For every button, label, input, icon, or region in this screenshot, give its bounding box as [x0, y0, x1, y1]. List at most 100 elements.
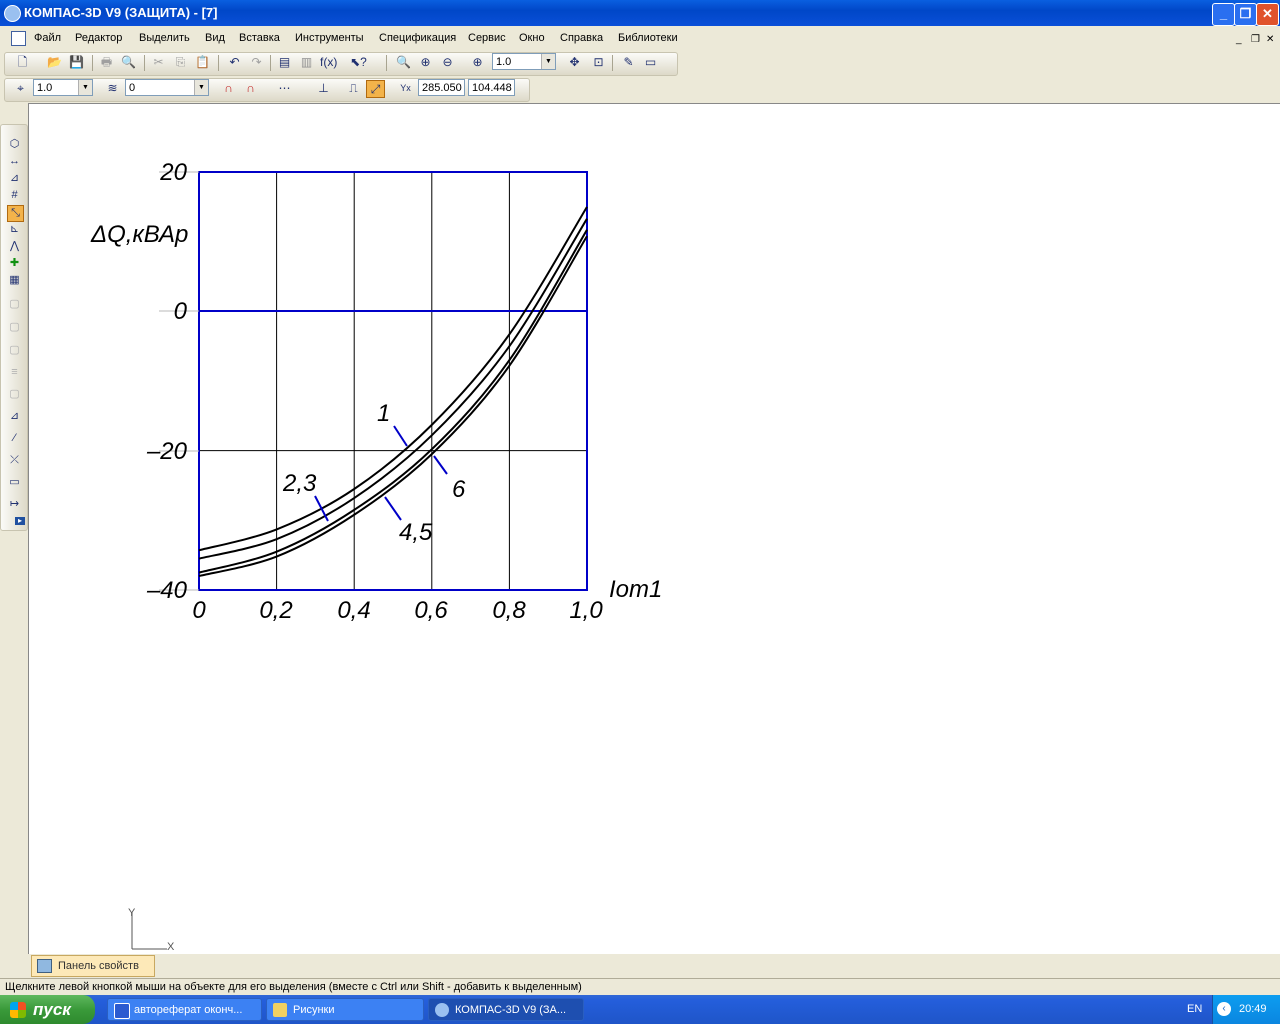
doc-restore-button[interactable]: ❐ [1251, 34, 1260, 45]
menu-specification[interactable]: Спецификация [379, 32, 456, 44]
zoom-field[interactable]: 1.0 ▼ [492, 53, 556, 70]
snap-icon[interactable]: ∩ [220, 80, 237, 96]
menu-window[interactable]: Окно [519, 32, 545, 44]
parametric-icon[interactable]: ⤢ [366, 80, 385, 98]
task-folder-pictures[interactable]: Рисунки [266, 998, 424, 1021]
symbols-icon[interactable]: ⊿ [7, 171, 22, 186]
chevron-left-icon[interactable]: ‹ [1217, 1002, 1231, 1016]
cursor-step-icon[interactable]: ⌖ [12, 80, 29, 96]
undo-icon[interactable]: ↶ [226, 54, 243, 70]
select-icon[interactable]: ⋀ [7, 239, 22, 254]
step-field[interactable]: 1.0 ▼ [33, 79, 93, 96]
doc-minimize-button[interactable]: _ [1236, 34, 1242, 45]
redo-icon[interactable]: ↷ [248, 54, 265, 70]
menu-service[interactable]: Сервис [468, 32, 506, 44]
pan-icon[interactable]: ✥ [566, 54, 583, 70]
coord-y-field[interactable]: 104.448 [468, 79, 515, 96]
chevron-down-icon[interactable]: ▼ [194, 80, 208, 95]
variables-icon[interactable]: f(x) [320, 54, 337, 70]
new-file-icon[interactable]: 🗋 [14, 54, 31, 70]
display-icon[interactable]: ▭ [642, 54, 659, 70]
layers-icon[interactable]: ≋ [104, 80, 121, 96]
help-pointer-icon[interactable]: ⬉? [350, 54, 367, 70]
menu-edit[interactable]: Редактор [75, 32, 122, 44]
menu-view[interactable]: Вид [205, 32, 225, 44]
language-indicator[interactable]: EN [1187, 1003, 1202, 1015]
zoom-scale-icon[interactable]: ⊕ [469, 54, 486, 70]
expand-arrow-icon[interactable]: ▸ [15, 517, 25, 525]
minimize-button[interactable]: _ [1212, 3, 1235, 26]
zoom-out-icon[interactable]: ⊖ [439, 54, 456, 70]
menu-bar: Файл Редактор Выделить Вид Вставка Инстр… [0, 26, 1280, 50]
menu-insert[interactable]: Вставка [239, 32, 280, 44]
ytick-20: 20 [159, 159, 187, 186]
show-all-icon[interactable]: ⊡ [590, 54, 607, 70]
disabled-tool-5-icon[interactable]: ▢ [7, 387, 22, 402]
manager-icon[interactable]: ▤ [276, 54, 293, 70]
refresh-icon[interactable]: ✎ [620, 54, 637, 70]
library-icon[interactable]: ▥ [298, 54, 315, 70]
start-button[interactable]: пуск [0, 995, 95, 1024]
task-word-document[interactable]: автореферат оконч... [107, 998, 262, 1021]
standard-toolbar: 🗋 📂 💾 🖶 🔍 ✂ ⎘ 📋 ↶ ↷ ▤ ▥ f(x) ⬉? 🔍 ⊕ ⊖ ⊕ … [0, 50, 680, 76]
doc-close-button[interactable]: ✕ [1266, 34, 1274, 45]
xtick-1-0: 1,0 [569, 597, 603, 624]
menu-libraries[interactable]: Библиотеки [618, 32, 678, 44]
ortho-icon[interactable]: ⎍ [345, 80, 362, 96]
spec-icon[interactable]: ✚ [7, 256, 22, 271]
cut-icon[interactable]: ✂ [150, 54, 167, 70]
zoom-window-icon[interactable]: 🔍 [395, 54, 412, 70]
paste-icon[interactable]: 📋 [194, 54, 211, 70]
coord-x-field[interactable]: 285.050 [418, 79, 465, 96]
close-button[interactable]: ✕ [1256, 3, 1279, 26]
print-icon[interactable]: 🖶 [98, 54, 115, 70]
parametrization-icon[interactable]: ⤡ [7, 205, 24, 222]
ytick-minus40: –40 [146, 577, 188, 604]
disabled-tool-1-icon[interactable]: ▢ [7, 297, 22, 312]
dimensions-icon[interactable]: ↔ [7, 154, 22, 169]
geometry-icon[interactable]: ⬡ [7, 137, 22, 152]
disabled-tool-2-icon[interactable]: ▢ [7, 320, 22, 335]
local-snap-icon[interactable]: ∩ [242, 80, 259, 96]
disabled-tool-3-icon[interactable]: ▢ [7, 343, 22, 358]
x-axis-label: Iom1 [609, 576, 662, 603]
tool-8-icon[interactable]: ⤫ [7, 453, 22, 468]
xtick-0: 0 [192, 597, 206, 624]
restore-button[interactable]: ❐ [1234, 3, 1257, 26]
zoom-in-icon[interactable]: ⊕ [417, 54, 434, 70]
chevron-down-icon[interactable]: ▼ [541, 54, 555, 69]
taskbar: пуск автореферат оконч... Рисунки КОМПАС… [0, 995, 1280, 1024]
measure-icon[interactable]: ⊾ [7, 222, 22, 237]
layer-field[interactable]: 0 ▼ [125, 79, 209, 96]
grid-icon[interactable]: ⋯ [276, 80, 293, 96]
system-tray: ‹ 20:49 [1212, 995, 1280, 1024]
kompas-app-icon[interactable] [4, 5, 21, 22]
leader-1 [393, 425, 408, 447]
tool-6-icon[interactable]: ⊿ [7, 409, 22, 424]
edit-icon[interactable]: # [7, 188, 22, 203]
property-panel-bar: Панель свойств [28, 954, 1280, 978]
reports-icon[interactable]: ▦ [7, 273, 22, 288]
tool-9-icon[interactable]: ▭ [7, 475, 22, 490]
menu-help[interactable]: Справка [560, 32, 603, 44]
property-panel-tab[interactable]: Панель свойств [31, 955, 155, 977]
open-file-icon[interactable]: 📂 [46, 54, 63, 70]
curve-label-1: 1 [377, 400, 390, 427]
chevron-down-icon[interactable]: ▼ [78, 80, 92, 95]
task-kompas[interactable]: КОМПАС-3D V9 (ЗА... [428, 998, 584, 1021]
tool-7-icon[interactable]: ⁄ [7, 431, 22, 446]
tool-10-icon[interactable]: ↦ [7, 497, 22, 512]
title-bar: КОМПАС-3D V9 (ЗАЩИТА) - [7] _ ❐ ✕ [0, 0, 1280, 26]
menu-file[interactable]: Файл [34, 32, 61, 44]
drawing-canvas[interactable]: 20 0 –20 –40 0 0,2 0,4 0,6 0,8 1,0 ΔQ,кВ… [28, 103, 1280, 954]
plot-frame [198, 171, 588, 591]
copy-icon[interactable]: ⎘ [172, 54, 189, 70]
local-cs-icon[interactable]: ⊥ [315, 80, 332, 96]
menu-select[interactable]: Выделить [139, 32, 190, 44]
save-icon[interactable]: 💾 [68, 54, 85, 70]
disabled-tool-4-icon[interactable]: ≡ [7, 365, 22, 380]
print-preview-icon[interactable]: 🔍 [120, 54, 137, 70]
current-state-toolbar: ⌖ 1.0 ▼ ≋ 0 ▼ ∩ ∩ ⋯ ⊥ ⎍ ⤢ Yx 285.050 104… [0, 76, 532, 102]
document-icon[interactable] [11, 31, 26, 46]
menu-tools[interactable]: Инструменты [295, 32, 364, 44]
